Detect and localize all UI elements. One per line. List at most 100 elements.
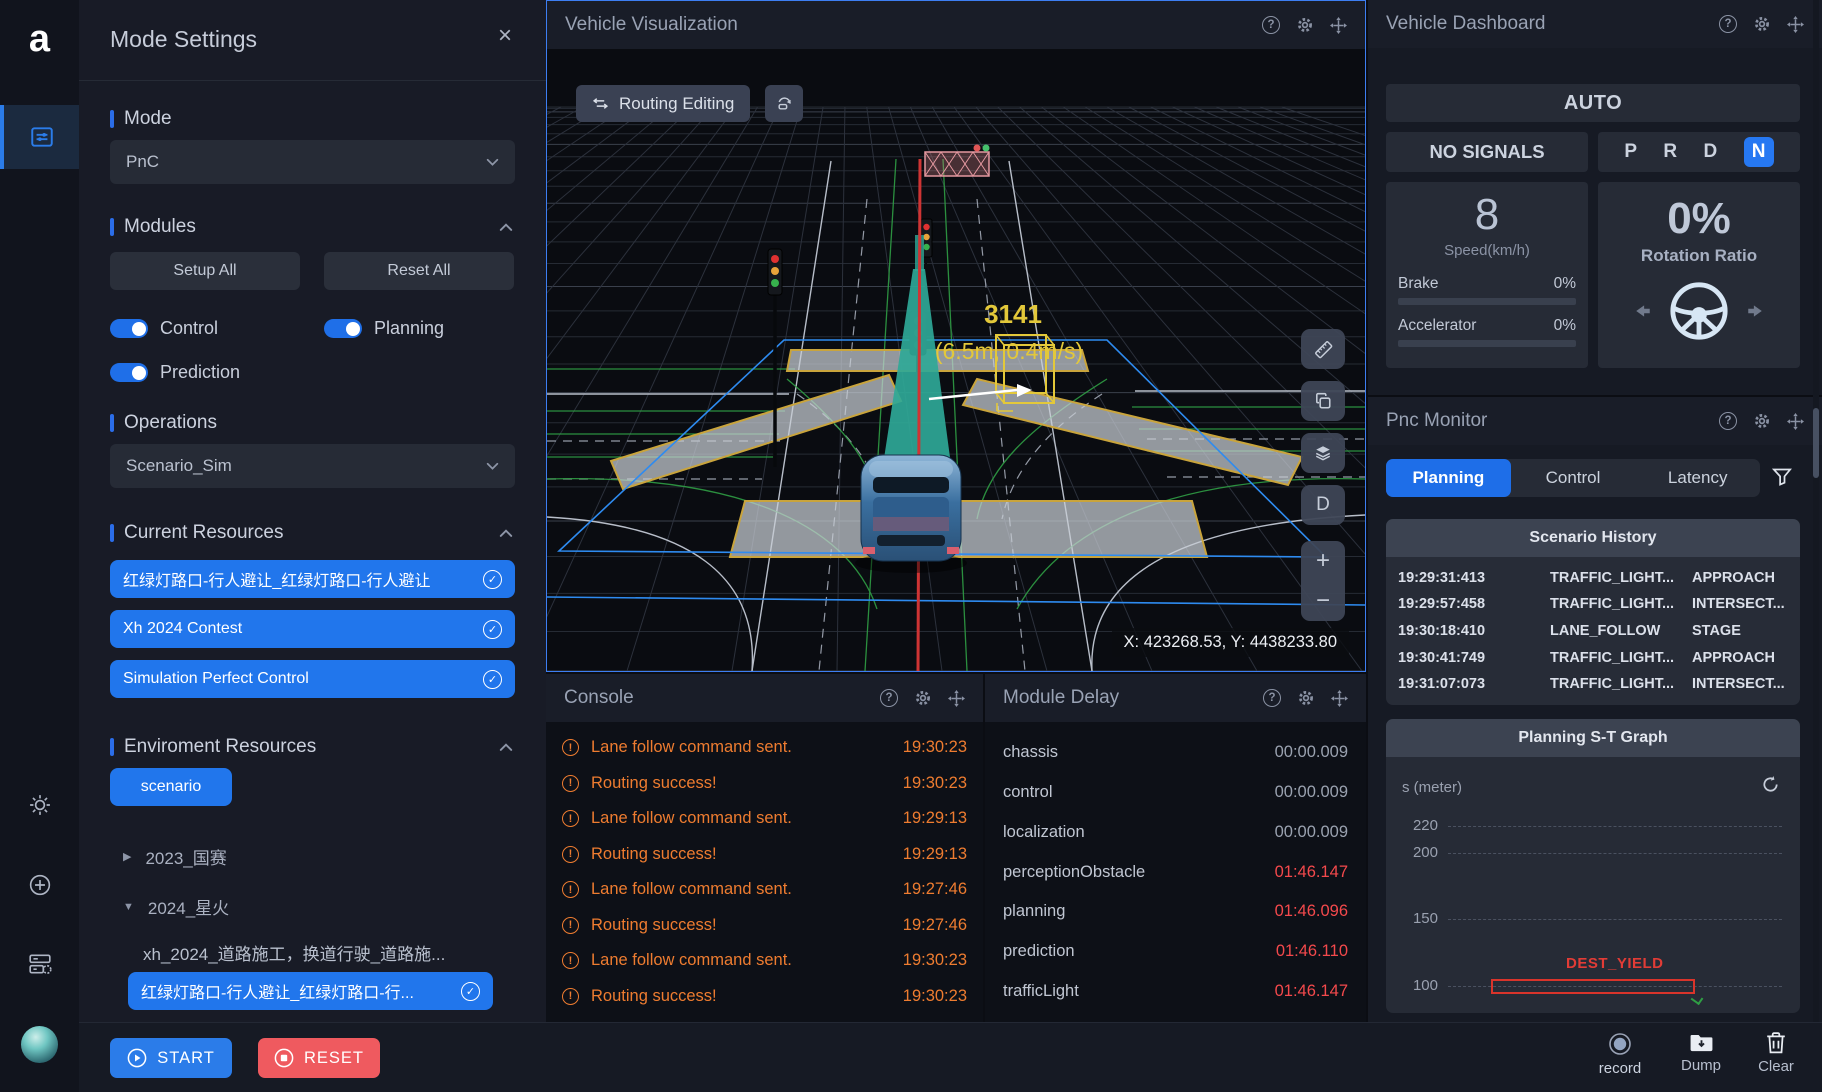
console-log-list: !Lane follow command sent.19:30:23 !Rout… [546, 722, 983, 1022]
resource-item[interactable]: 红绿灯路口-行人避让_红绿灯路口-行人避让✓ [110, 560, 515, 598]
help-icon[interactable]: ? [1262, 16, 1280, 34]
toggle-switch[interactable] [110, 319, 148, 338]
gear-icon[interactable] [914, 689, 932, 707]
caret-right-icon[interactable]: ▶ [123, 850, 131, 863]
reset-all-button[interactable]: Reset All [324, 252, 514, 290]
zoom-in-button[interactable]: + [1301, 541, 1345, 581]
layers-button[interactable] [1301, 433, 1345, 473]
move-icon[interactable] [1787, 16, 1804, 33]
tree-leaf-road-construction[interactable]: xh_2024_道路施工，换道行驶_道路施... [143, 940, 445, 965]
toggle-prediction[interactable]: Prediction [110, 362, 240, 383]
tab-planning[interactable]: Planning [1386, 459, 1511, 497]
resource-item[interactable]: Xh 2024 Contest✓ [110, 610, 515, 648]
gear-icon[interactable] [1296, 16, 1314, 34]
setup-all-button[interactable]: Setup All [110, 252, 300, 290]
gridline [1448, 853, 1782, 854]
move-icon[interactable] [1787, 413, 1804, 430]
refresh-icon[interactable] [1761, 775, 1780, 794]
trash-icon [1766, 1032, 1786, 1054]
table-row: 19:29:31:413TRAFFIC_LIGHT...APPROACH [1386, 570, 1800, 586]
warning-icon: ! [562, 846, 579, 863]
delay-row: control00:00.009 [1003, 783, 1348, 802]
sliders-icon [29, 124, 55, 150]
avatar[interactable] [21, 1026, 58, 1063]
tree-item-2023[interactable]: ▶ 2023_国赛 [123, 844, 227, 869]
tree-item-2024[interactable]: ▼ 2024_星火 [123, 894, 229, 919]
sun-icon [29, 794, 51, 816]
chevron-up-icon[interactable] [499, 222, 513, 232]
panel-header: Vehicle Visualization ? [547, 1, 1365, 49]
default-view-button[interactable]: D [1301, 485, 1345, 525]
brake-bar [1398, 298, 1576, 305]
gear-icon[interactable] [1297, 689, 1315, 707]
move-icon[interactable] [1331, 690, 1348, 707]
toggle-planning[interactable]: Planning [324, 318, 444, 339]
help-icon[interactable]: ? [1263, 689, 1281, 707]
close-icon[interactable]: × [498, 24, 512, 48]
delay-row: chassis00:00.009 [1003, 743, 1348, 762]
chevron-up-icon[interactable] [499, 528, 513, 538]
panel-title: Module Delay [1003, 687, 1119, 709]
zoom-out-button[interactable]: − [1301, 581, 1345, 621]
dump-button[interactable]: Dump [1664, 1032, 1738, 1074]
scrollbar-thumb[interactable] [1813, 408, 1819, 478]
gear-n-active: N [1744, 137, 1774, 167]
arrow-right-icon [1746, 302, 1764, 320]
log-entry: !Routing success!19:29:13 [562, 845, 967, 864]
y-tick: 220 [1400, 817, 1438, 834]
toggle-control[interactable]: Control [110, 318, 218, 339]
move-icon[interactable] [1330, 17, 1347, 34]
panel-title: Vehicle Visualization [565, 14, 738, 36]
add-panel-button[interactable] [0, 874, 79, 896]
resource-manager-button[interactable] [0, 952, 79, 976]
scenario-history-title: Scenario History [1386, 519, 1800, 557]
copy-view-button[interactable] [1301, 381, 1345, 421]
toggle-switch[interactable] [324, 319, 362, 338]
toggle-switch[interactable] [110, 363, 148, 382]
routing-editing-button[interactable]: Routing Editing [576, 85, 750, 122]
app-sidebar: a [0, 0, 79, 1092]
theme-toggle-button[interactable] [0, 794, 79, 816]
st-graph-card: Planning S-T Graph s (meter) 220 200 150… [1386, 719, 1800, 1013]
record-button[interactable]: record [1583, 1032, 1657, 1077]
scrollbar[interactable] [1813, 0, 1819, 1022]
help-icon[interactable]: ? [1719, 15, 1737, 33]
resource-item[interactable]: Simulation Perfect Control✓ [110, 660, 515, 698]
chevron-up-icon[interactable] [499, 742, 513, 752]
gear-indicator: P R D N [1598, 132, 1800, 172]
page-title: Mode Settings [110, 26, 257, 53]
module-delay-panel: Module Delay ? chassis00:00.009 control0… [985, 674, 1366, 1022]
scenario-history-card: Scenario History 19:29:31:413TRAFFIC_LIG… [1386, 519, 1800, 705]
scenario-tag[interactable]: scenario [110, 768, 232, 806]
operations-select[interactable]: Scenario_Sim [110, 444, 515, 488]
warning-icon: ! [562, 988, 579, 1005]
caret-down-icon[interactable]: ▼ [123, 901, 134, 913]
start-button[interactable]: START [110, 1038, 232, 1078]
clear-button[interactable]: Clear [1739, 1032, 1813, 1075]
gear-icon[interactable] [1753, 412, 1771, 430]
help-icon[interactable]: ? [1719, 412, 1737, 430]
tab-latency[interactable]: Latency [1635, 459, 1760, 497]
st-graph-title: Planning S-T Graph [1386, 719, 1800, 757]
help-icon[interactable]: ? [880, 689, 898, 707]
gear-icon[interactable] [1753, 15, 1771, 33]
module-delay-list: chassis00:00.009 control00:00.009 locali… [985, 722, 1366, 1022]
layers-icon [1314, 444, 1332, 462]
sidebar-item-mode-settings[interactable] [0, 105, 79, 169]
measure-button[interactable] [1301, 329, 1345, 369]
reset-view-button[interactable] [765, 85, 803, 122]
vehicle-dashboard-panel: Vehicle Dashboard ? AUTO NO SIGNALS P R … [1368, 0, 1822, 395]
warning-icon: ! [562, 952, 579, 969]
reset-button[interactable]: RESET [258, 1038, 380, 1078]
bottom-bar: START RESET record Dump Clear [79, 1022, 1822, 1092]
mode-select[interactable]: PnC [110, 140, 515, 184]
warning-icon: ! [562, 739, 579, 756]
gridline [1448, 919, 1782, 920]
filter-icon[interactable] [1772, 467, 1792, 487]
log-entry: !Routing success!19:30:23 [562, 774, 967, 793]
speed-label: Speed(km/h) [1386, 242, 1588, 259]
viewport-3d[interactable]: 3141 (6.5m, 0.4m/s) Routing Editing [547, 49, 1365, 671]
tree-leaf-selected[interactable]: 红绿灯路口-行人避让_红绿灯路口-行... ✓ [128, 972, 493, 1010]
move-icon[interactable] [948, 690, 965, 707]
tab-control[interactable]: Control [1511, 459, 1636, 497]
